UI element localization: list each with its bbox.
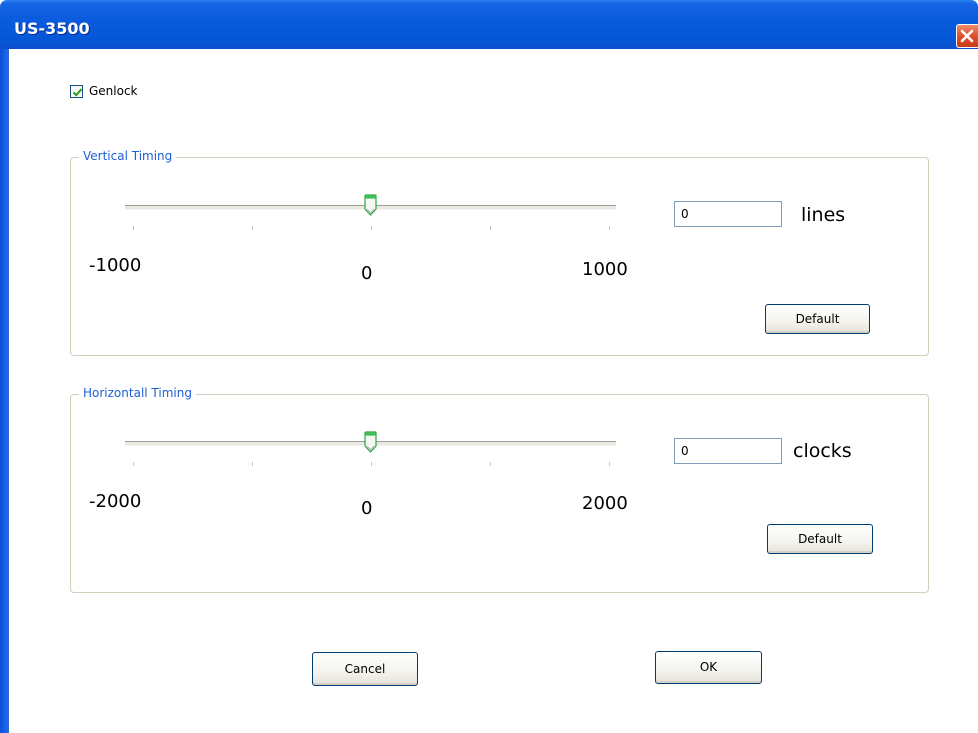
horizontal-slider-tick: [252, 462, 253, 466]
vertical-max-label: 1000: [582, 259, 628, 280]
window-title: US-3500: [14, 19, 90, 38]
vertical-slider-thumb[interactable]: [364, 194, 377, 216]
title-bar[interactable]: US-3500: [0, 0, 978, 49]
cancel-button[interactable]: Cancel: [312, 652, 418, 686]
vertical-slider-tick: [371, 226, 372, 230]
close-button[interactable]: [956, 24, 978, 48]
horizontal-min-label: -2000: [89, 491, 142, 512]
vertical-slider-tick: [609, 226, 610, 230]
horizontal-unit-label: clocks: [793, 440, 852, 462]
vertical-slider-tick: [133, 226, 134, 230]
window-left-border: [0, 49, 9, 733]
dialog-window: US-3500 Genlock Vertical Timing -1000 0 …: [0, 0, 978, 733]
vertical-unit-label: lines: [801, 204, 846, 226]
checkmark-icon: [72, 88, 83, 97]
genlock-checkbox[interactable]: [70, 84, 83, 98]
horizontal-slider-thumb[interactable]: [364, 431, 377, 453]
genlock-label: Genlock: [89, 84, 138, 98]
horizontal-slider-tick: [490, 462, 491, 466]
horizontal-timing-group: Horizontall Timing: [70, 386, 929, 593]
vertical-mid-label: 0: [361, 263, 373, 284]
close-icon: [960, 29, 974, 43]
horizontal-slider-tick: [133, 462, 134, 466]
horizontal-default-button[interactable]: Default: [767, 524, 873, 554]
vertical-timing-legend: Vertical Timing: [79, 149, 177, 163]
ok-button[interactable]: OK: [655, 651, 762, 684]
vertical-value-input[interactable]: 0: [674, 201, 782, 227]
horizontal-slider-tick: [609, 462, 610, 466]
genlock-row: Genlock: [70, 84, 138, 98]
vertical-slider-tick: [252, 226, 253, 230]
horizontal-value-input[interactable]: 0: [674, 438, 782, 464]
vertical-min-label: -1000: [89, 255, 142, 276]
vertical-slider-tick: [490, 226, 491, 230]
horizontal-max-label: 2000: [582, 493, 628, 514]
vertical-default-button[interactable]: Default: [765, 304, 870, 334]
horizontal-mid-label: 0: [361, 498, 373, 519]
horizontal-timing-legend: Horizontall Timing: [79, 386, 196, 400]
horizontal-slider-tick: [371, 462, 372, 466]
